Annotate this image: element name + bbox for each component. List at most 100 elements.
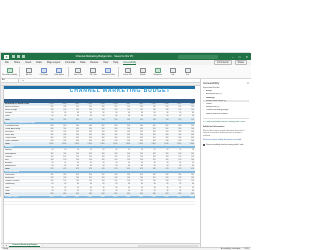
undo-icon[interactable]: [22, 55, 25, 58]
table-cell[interactable]: 50: [80, 149, 93, 151]
table-cell[interactable]: 40: [93, 187, 106, 189]
table-cell[interactable]: 60: [54, 115, 67, 117]
table-cell[interactable]: 1,000: [131, 103, 144, 105]
ribbon-navigation[interactable]: Navigation: [152, 67, 163, 76]
table-cell[interactable]: 30: [144, 190, 157, 192]
table-cell[interactable]: 400: [106, 137, 119, 139]
table-cell[interactable]: 4,680: [169, 196, 182, 198]
table-cell[interactable]: [106, 122, 119, 124]
table-cell[interactable]: 150: [93, 180, 106, 182]
table-cell[interactable]: 300: [80, 134, 93, 136]
keep-checker-running-checkbox[interactable]: Keep accessibility checker running while…: [203, 143, 249, 146]
table-cell[interactable]: 40: [42, 187, 55, 189]
table-cell[interactable]: [131, 199, 144, 201]
table-cell[interactable]: 100: [157, 159, 170, 161]
ribbon-fill-color[interactable]: Fill Color: [88, 67, 99, 76]
table-cell[interactable]: 30: [131, 190, 144, 192]
table-cell[interactable]: [80, 146, 93, 148]
table-cell[interactable]: [93, 202, 106, 204]
row-label[interactable]: Direct Mail: [4, 134, 42, 136]
table-cell[interactable]: [42, 146, 55, 148]
table-cell[interactable]: 300: [54, 134, 67, 136]
chevron-right-icon[interactable]: ›: [203, 93, 205, 95]
chevron-right-icon[interactable]: ›: [203, 100, 205, 102]
table-cell[interactable]: 150: [144, 109, 157, 111]
inspection-result-item[interactable]: › Hard-to-read text contrast: [203, 113, 249, 115]
table-cell[interactable]: 40: [106, 162, 119, 164]
table-cell[interactable]: 150: [157, 109, 170, 111]
table-cell[interactable]: [118, 199, 131, 201]
table-cell[interactable]: 50: [144, 149, 157, 151]
table-cell[interactable]: 850: [93, 193, 106, 195]
table-cell[interactable]: 80: [182, 183, 195, 185]
table-cell[interactable]: 600: [80, 125, 93, 127]
table-cell[interactable]: [67, 202, 80, 204]
table-cell[interactable]: 150: [182, 109, 195, 111]
table-cell[interactable]: 200: [144, 140, 157, 142]
table-cell[interactable]: 100: [54, 159, 67, 161]
table-cell[interactable]: 50: [131, 149, 144, 151]
table-cell[interactable]: 50: [67, 149, 80, 151]
table-cell[interactable]: 50: [169, 149, 182, 151]
table-cell[interactable]: 150: [80, 180, 93, 182]
table-cell[interactable]: 400: [54, 137, 67, 139]
table-cell[interactable]: 150: [54, 180, 67, 182]
table-cell[interactable]: 60: [67, 115, 80, 117]
table-cell[interactable]: [42, 199, 55, 201]
table-cell[interactable]: 150: [67, 109, 80, 111]
row-label[interactable]: Community: [4, 183, 42, 185]
table-cell[interactable]: 4,680: [93, 196, 106, 198]
table-cell[interactable]: 200: [169, 177, 182, 179]
table-cell[interactable]: [182, 199, 195, 201]
table-cell[interactable]: 850: [118, 193, 131, 195]
table-cell[interactable]: 670: [169, 168, 182, 170]
table-cell[interactable]: 4,680: [54, 196, 67, 198]
table-cell[interactable]: [118, 171, 131, 173]
table-cell[interactable]: 120: [80, 156, 93, 158]
table-cell[interactable]: 80: [182, 112, 195, 114]
table-cell[interactable]: 600: [144, 125, 157, 127]
table-cell[interactable]: 60: [131, 165, 144, 167]
table-cell[interactable]: 400: [93, 137, 106, 139]
table-cell[interactable]: 120: [169, 156, 182, 158]
autosave-icon[interactable]: [12, 55, 15, 58]
tab-help[interactable]: Help: [113, 61, 118, 64]
table-cell[interactable]: [169, 146, 182, 148]
table-cell[interactable]: 510: [157, 118, 170, 121]
table-cell[interactable]: 2,650: [144, 143, 157, 145]
table-cell[interactable]: 250: [157, 131, 170, 133]
table-cell[interactable]: 1,000: [144, 103, 157, 105]
table-cell[interactable]: 670: [67, 168, 80, 170]
row-label[interactable]: Tools: [4, 187, 42, 189]
table-cell[interactable]: 350: [131, 174, 144, 176]
table-cell[interactable]: 200: [157, 140, 170, 142]
table-cell[interactable]: 400: [80, 137, 93, 139]
table-cell[interactable]: 2,650: [67, 143, 80, 145]
table-cell[interactable]: 600: [157, 125, 170, 127]
table-cell[interactable]: 120: [54, 156, 67, 158]
chevron-down-icon[interactable]: ⌄: [203, 90, 205, 92]
table-cell[interactable]: 4,680: [67, 196, 80, 198]
table-cell[interactable]: 60: [144, 165, 157, 167]
table-cell[interactable]: [67, 199, 80, 201]
table-cell[interactable]: [144, 199, 157, 201]
inspection-result-item[interactable]: › Channel Marketing Budget: [203, 109, 249, 111]
maximize-button[interactable]: □: [239, 55, 241, 59]
row-label[interactable]: Maintenance: [4, 165, 42, 167]
table-cell[interactable]: [169, 122, 182, 124]
table-cell[interactable]: 850: [106, 193, 119, 195]
table-cell[interactable]: 60: [93, 165, 106, 167]
table-cell[interactable]: [93, 199, 106, 201]
table-cell[interactable]: 30: [80, 190, 93, 192]
table-cell[interactable]: 100: [80, 159, 93, 161]
table-cell[interactable]: [54, 199, 67, 201]
table-cell[interactable]: 400: [182, 137, 195, 139]
table-cell[interactable]: [118, 202, 131, 204]
table-cell[interactable]: 60: [80, 165, 93, 167]
table-cell[interactable]: [80, 202, 93, 204]
search-box[interactable]: [178, 54, 218, 59]
table-cell[interactable]: [54, 171, 67, 173]
table-cell[interactable]: 200: [131, 140, 144, 142]
close-button[interactable]: ✕: [245, 55, 248, 59]
table-cell[interactable]: 400: [118, 137, 131, 139]
